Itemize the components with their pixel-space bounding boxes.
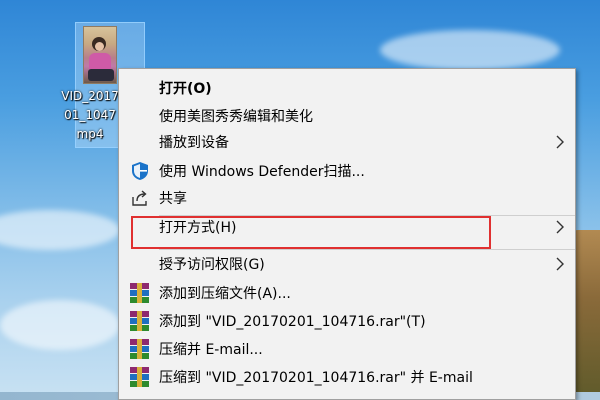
winrar-icon [130,283,149,303]
menu-item-add-to-archive[interactable]: 添加到压缩文件(A)... [119,278,575,308]
cloud [0,300,120,350]
menu-item-label: 使用 Windows Defender扫描... [159,164,365,180]
cloud [0,210,120,250]
menu-item-label: 压缩并 E-mail... [159,342,263,358]
winrar-icon [130,311,149,331]
menu-item-label: 使用美图秀秀编辑和美化 [159,109,313,125]
menu-item-label: 打开(O) [159,81,212,97]
file-name-line-3: mp4 [76,127,104,141]
menu-item-label: 添加到压缩文件(A)... [159,286,291,302]
video-thumbnail [83,26,117,84]
file-name-label: VID_2017 01_1047 mp4 [56,87,124,144]
menu-item-cast-to-device[interactable]: 播放到设备 [119,127,575,157]
menu-item-label: 授予访问权限(G) [159,257,265,273]
menu-item-label: 播放到设备 [159,135,229,151]
menu-item-open-with[interactable]: 打开方式(H) [119,212,575,242]
cloud [380,30,560,70]
context-menu: 打开(O) 使用美图秀秀编辑和美化 播放到设备 使用 Windows Defen… [118,68,576,400]
menu-item-defender-scan[interactable]: 使用 Windows Defender扫描... [119,156,575,186]
menu-item-label: 共享 [159,191,187,207]
chevron-right-icon [556,220,564,234]
menu-item-compress-email[interactable]: 压缩并 E-mail... [119,334,575,364]
share-icon [132,190,147,206]
winrar-icon [130,339,149,359]
menu-item-grant-access[interactable]: 授予访问权限(G) [119,249,575,279]
menu-item-label: 压缩到 "VID_20170201_104716.rar" 并 E-mail [159,370,473,386]
menu-item-add-to-rar[interactable]: 添加到 "VID_20170201_104716.rar"(T) [119,306,575,336]
file-name-line-2: 01_1047 [64,108,116,122]
menu-item-compress-to-rar-email[interactable]: 压缩到 "VID_20170201_104716.rar" 并 E-mail [119,362,575,392]
desktop[interactable]: VID_2017 01_1047 mp4 打开(O) 使用美图秀秀编辑和美化 播… [0,0,600,400]
winrar-icon [130,367,149,387]
menu-item-share[interactable]: 共享 [119,183,575,213]
chevron-right-icon [556,135,564,149]
menu-item-label: 添加到 "VID_20170201_104716.rar"(T) [159,314,426,330]
menu-item-open[interactable]: 打开(O) [119,73,575,103]
file-name-line-1: VID_2017 [61,89,119,103]
windows-defender-shield-icon [132,162,148,180]
menu-item-label: 打开方式(H) [159,220,237,236]
chevron-right-icon [556,257,564,271]
